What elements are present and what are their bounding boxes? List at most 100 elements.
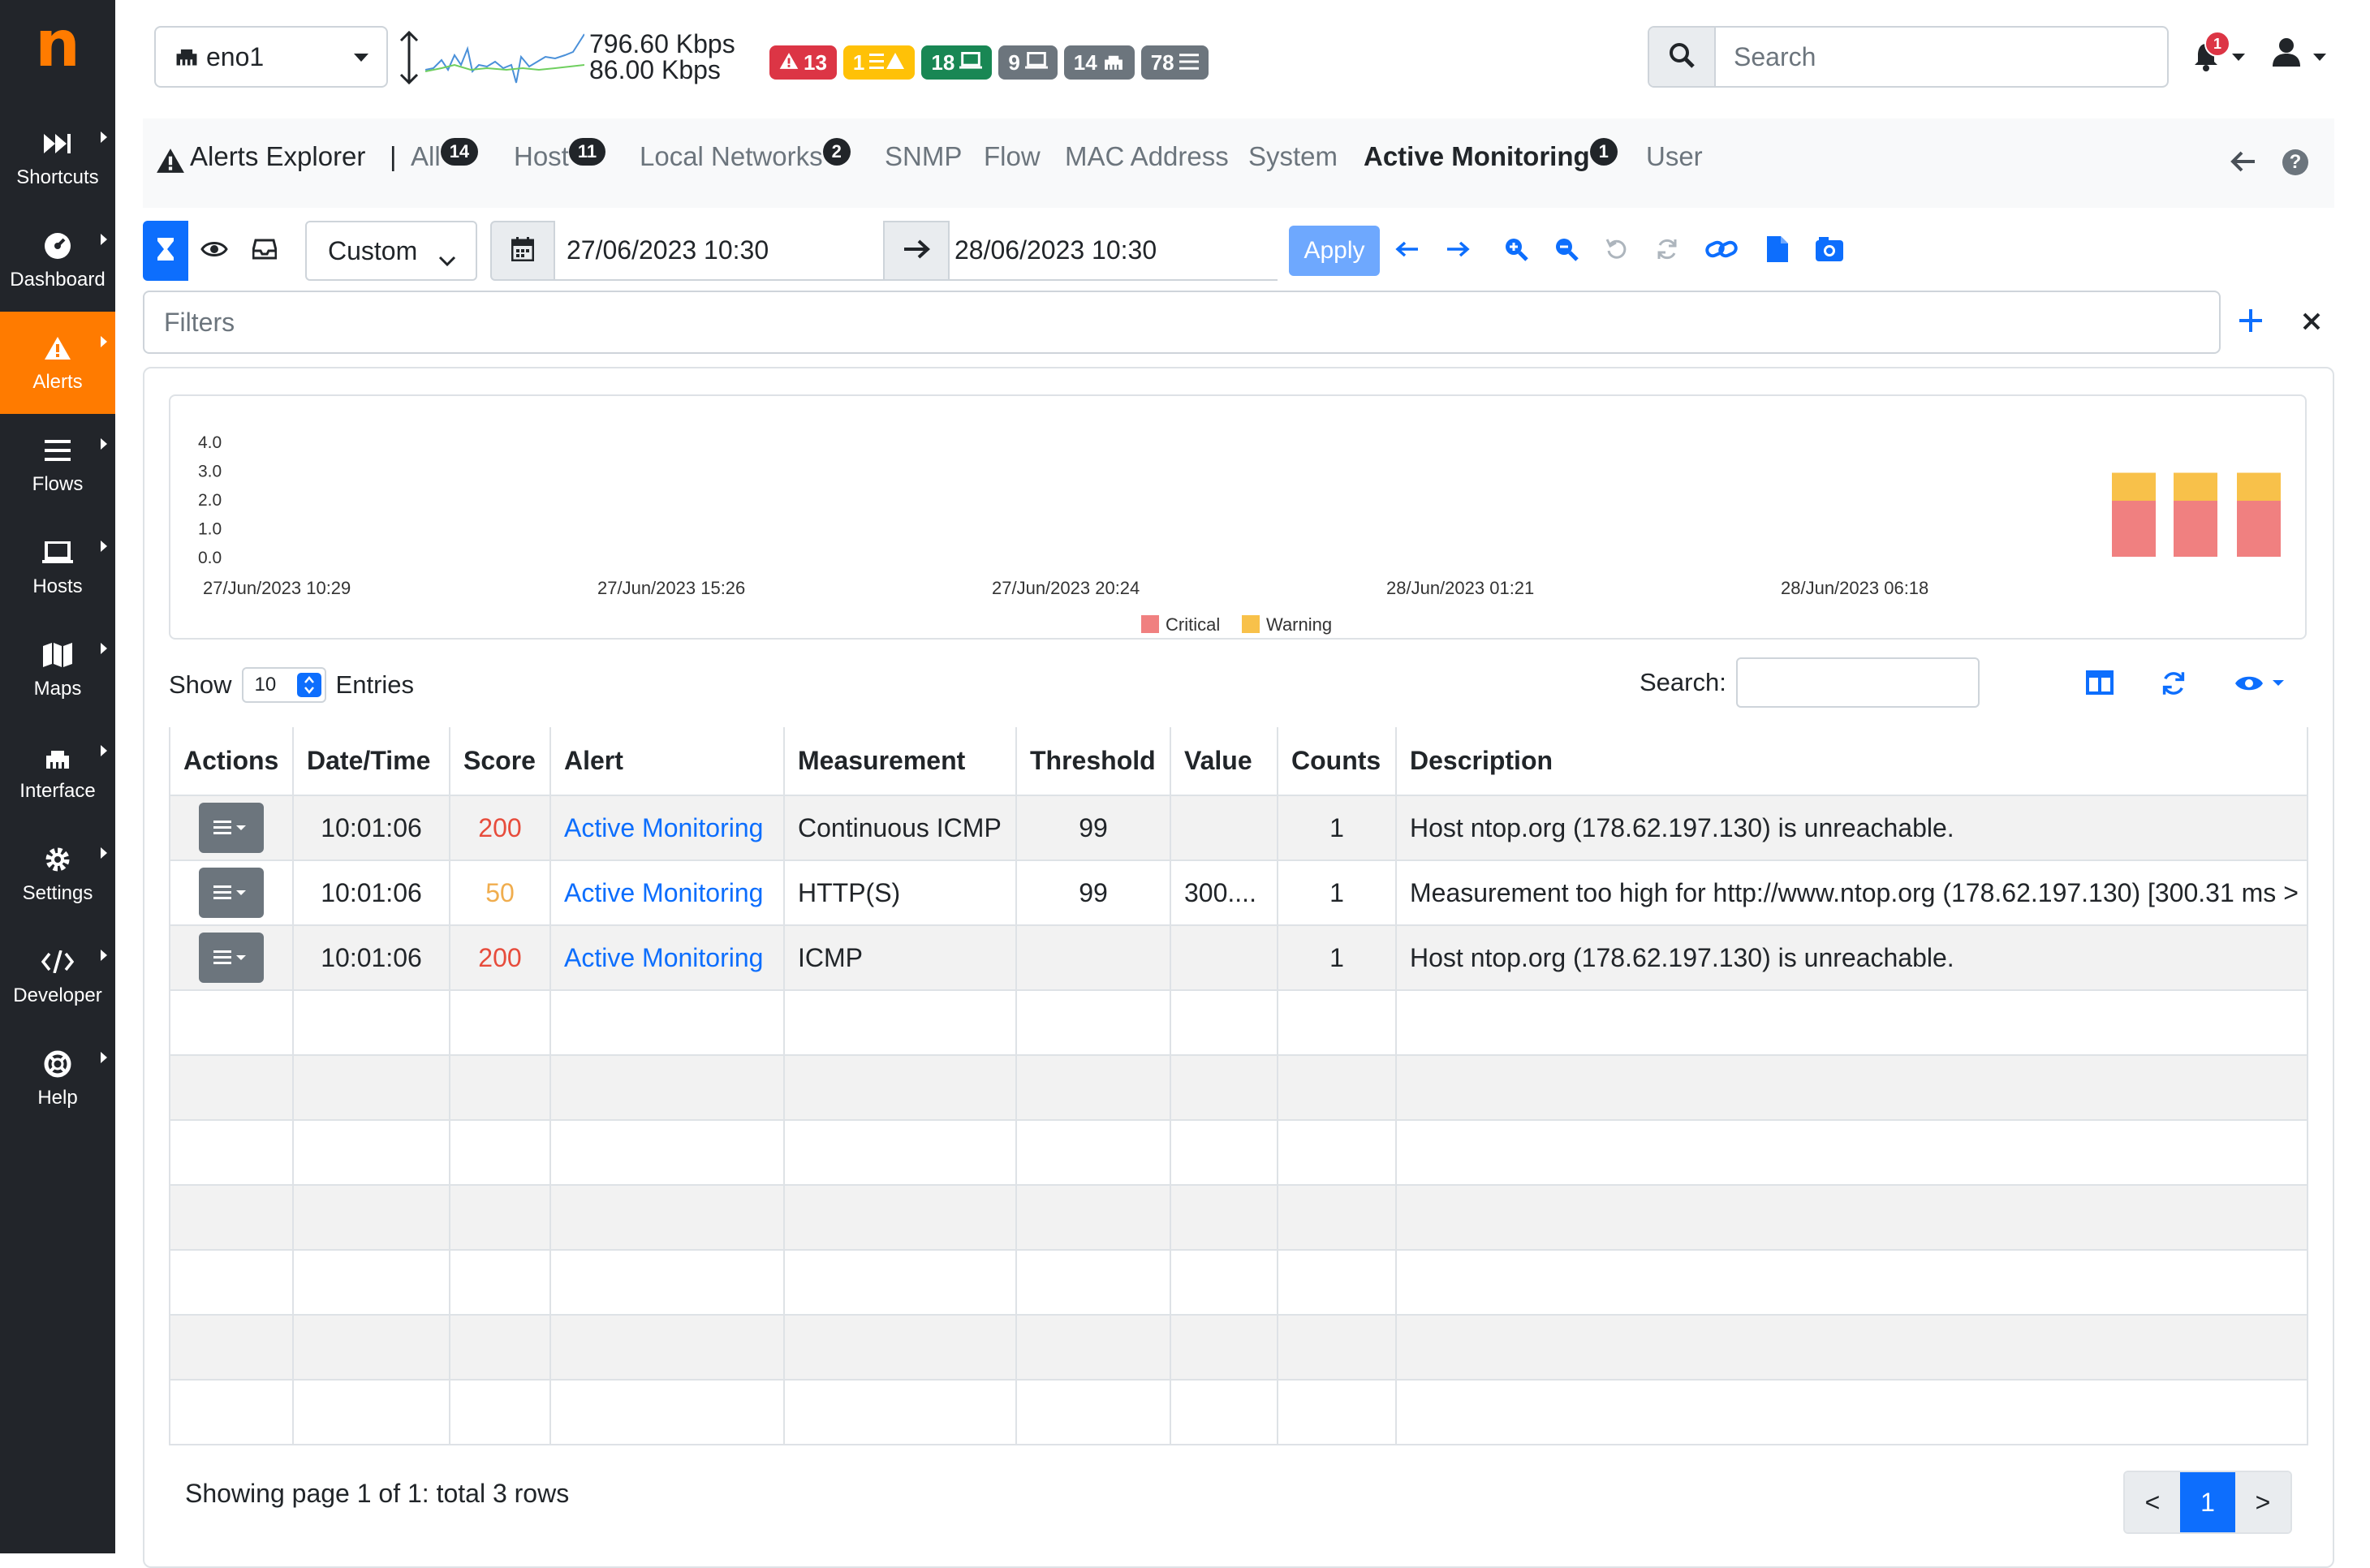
sidebar-item-interface[interactable]: Interface — [0, 721, 115, 823]
search-input[interactable] — [1716, 28, 2167, 86]
historical-toggle[interactable] — [143, 221, 188, 281]
add-filter-icon[interactable] — [2237, 307, 2264, 338]
alerts-tabbar: Alerts Explorer | All 14 Host 11 Local Net… — [143, 118, 2334, 208]
download-button[interactable] — [1761, 221, 1794, 281]
column-header[interactable]: Score — [449, 727, 551, 796]
list-dropdown-icon — [213, 821, 246, 834]
tab-active-monitoring[interactable]: Active Monitoring 1 — [1364, 138, 1618, 172]
refresh-button[interactable] — [1651, 221, 1683, 281]
permalink-button[interactable] — [1703, 221, 1740, 281]
cell-alert-link[interactable]: Active Monitoring — [564, 813, 763, 842]
sidebar-item-dashboard[interactable]: Dashboard — [0, 209, 115, 312]
column-header[interactable]: Description — [1395, 727, 2308, 796]
entries-select[interactable]: 10 — [241, 667, 326, 703]
arrow-right-icon — [1446, 240, 1470, 262]
calendar-button[interactable] — [490, 221, 555, 281]
zoom-out-icon — [1554, 237, 1579, 265]
sidebar-item-shortcuts[interactable]: Shortcuts — [0, 107, 115, 209]
pager-next-button[interactable]: > — [2235, 1472, 2290, 1532]
y-tick-label: 4.0 — [198, 433, 222, 452]
sidebar-item-alerts[interactable]: Alerts — [0, 312, 115, 414]
sidebar-item-flows[interactable]: Flows — [0, 414, 115, 516]
zoom-out-button[interactable] — [1550, 221, 1583, 281]
local-hosts-badge[interactable]: 18 — [921, 45, 993, 80]
cell-alert-link[interactable]: Active Monitoring — [564, 878, 763, 907]
columns-icon[interactable] — [2086, 670, 2114, 699]
column-header[interactable]: Counts — [1277, 727, 1397, 796]
row-actions-button[interactable] — [199, 933, 264, 983]
arrow-right-icon — [903, 239, 930, 264]
devices-badge[interactable]: 14 — [1063, 45, 1135, 80]
file-icon — [1767, 235, 1788, 266]
fast-forward-icon — [41, 127, 74, 160]
notifications-button[interactable]: 1 — [2188, 31, 2245, 83]
ntopng-logo[interactable]: n — [0, 0, 115, 89]
search-icon — [1669, 42, 1695, 72]
alerts-chart-svg: 4.0 3.0 2.0 1.0 0.0 27/Jun/2023 10:29 27/Jun/2… — [198, 433, 2281, 635]
list-icon — [41, 434, 74, 467]
apply-button[interactable]: Apply — [1289, 226, 1380, 276]
next-range-button[interactable] — [1441, 221, 1474, 281]
search-button[interactable] — [1649, 28, 1716, 86]
flow-alerts-badge[interactable]: 1 — [842, 45, 916, 80]
date-range-arrow — [883, 221, 950, 281]
pager-page-1[interactable]: 1 — [2180, 1472, 2235, 1532]
chevron-right-icon — [101, 438, 107, 450]
empty-row — [169, 1379, 2308, 1445]
chevron-right-icon — [101, 950, 107, 961]
column-header[interactable]: Date/Time — [292, 727, 450, 796]
sidebar-item-developer[interactable]: Developer — [0, 925, 115, 1027]
column-header[interactable]: Alert — [549, 727, 785, 796]
help-icon[interactable]: ? — [2282, 149, 2308, 175]
snapshot-button[interactable] — [1812, 221, 1847, 281]
alerts-badge[interactable]: 13 — [769, 45, 837, 80]
range-select[interactable]: Custom — [305, 221, 477, 281]
refresh-icon[interactable] — [2161, 670, 2187, 700]
cell-alert-link[interactable]: Active Monitoring — [564, 943, 763, 972]
table-search-input[interactable] — [1735, 657, 1980, 708]
y-tick-label: 3.0 — [198, 463, 222, 481]
prev-range-button[interactable] — [1391, 221, 1424, 281]
column-header[interactable]: Measurement — [783, 727, 1017, 796]
filters-input[interactable]: Filters — [143, 291, 2221, 354]
arrow-left-icon[interactable] — [2230, 149, 2256, 178]
tab-user[interactable]: User — [1646, 141, 1703, 172]
bar-warning — [2237, 472, 2281, 501]
code-icon — [41, 946, 74, 978]
close-icon[interactable] — [2302, 312, 2321, 335]
user-menu-button[interactable] — [2273, 37, 2338, 78]
empty-row — [169, 1054, 2308, 1121]
date-from-input[interactable]: 27/06/2023 10:30 — [555, 221, 883, 281]
date-to-input[interactable]: 28/06/2023 10:30 — [950, 221, 1278, 281]
tab-local-networks[interactable]: Local Networks 2 — [640, 138, 851, 172]
chevron-right-icon — [101, 336, 107, 347]
tab-flow[interactable]: Flow — [984, 141, 1041, 172]
column-header[interactable]: Value — [1170, 727, 1278, 796]
column-header[interactable]: Actions — [169, 727, 294, 796]
cell-threshold — [1015, 924, 1171, 991]
tab-all[interactable]: All 14 — [411, 138, 479, 172]
zoom-in-button[interactable] — [1500, 221, 1532, 281]
warning-icon — [779, 50, 799, 75]
row-actions-button[interactable] — [199, 803, 264, 853]
inbox-toggle[interactable] — [240, 221, 289, 281]
row-actions-button[interactable] — [199, 868, 264, 918]
sidebar-item-maps[interactable]: Maps — [0, 618, 115, 721]
sidebar-item-help[interactable]: Help — [0, 1027, 115, 1130]
alerts-table: Actions Date/Time Score Alert Measuremen… — [169, 727, 2308, 1445]
tab-mac-address[interactable]: MAC Address — [1065, 141, 1229, 172]
sidebar-item-settings[interactable]: Settings — [0, 823, 115, 925]
tab-snmp[interactable]: SNMP — [885, 141, 962, 172]
interface-select[interactable]: eno1 — [154, 26, 388, 88]
undo-button[interactable] — [1601, 221, 1633, 281]
remote-hosts-badge[interactable]: 9 — [998, 45, 1058, 80]
view-toggle[interactable] — [190, 221, 239, 281]
cell-description: Host ntop.org (178.62.197.130) is unreac… — [1395, 924, 2308, 991]
flows-badge[interactable]: 78 — [1140, 45, 1209, 80]
sidebar-item-hosts[interactable]: Hosts — [0, 516, 115, 618]
visibility-menu-icon[interactable] — [2234, 672, 2287, 699]
tab-system[interactable]: System — [1248, 141, 1338, 172]
column-header[interactable]: Threshold — [1015, 727, 1171, 796]
tab-host[interactable]: Host 11 — [514, 138, 606, 172]
pager-prev-button[interactable]: < — [2125, 1472, 2180, 1532]
